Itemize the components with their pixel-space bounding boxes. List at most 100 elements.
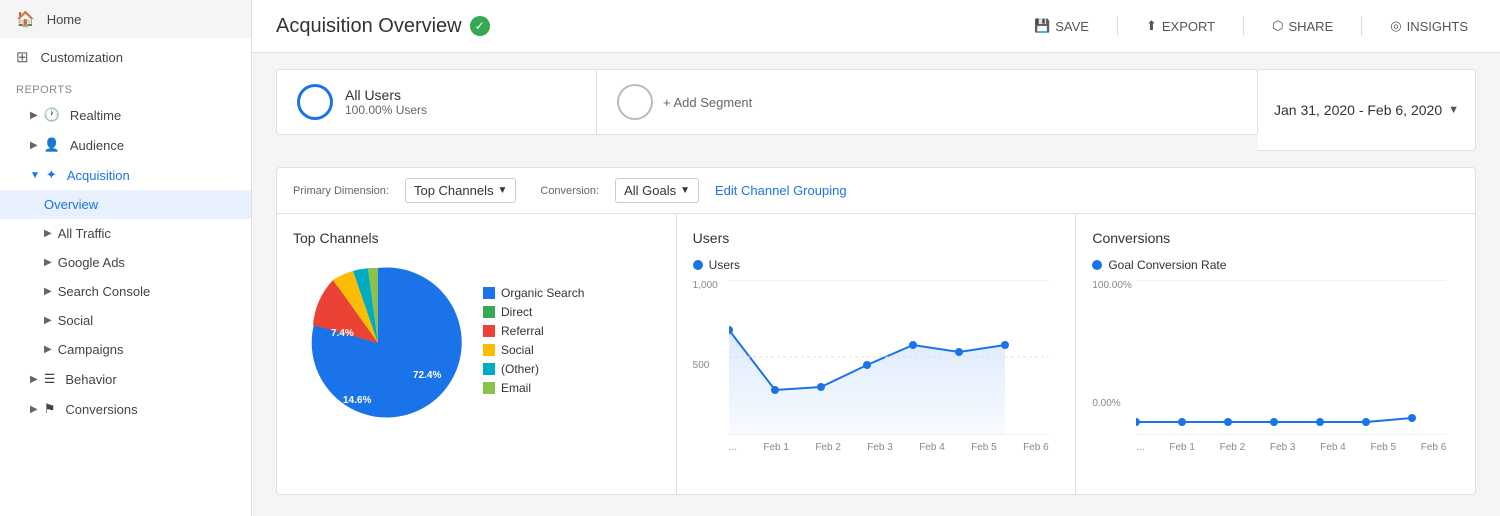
search-console-chevron-icon: ▶	[44, 286, 52, 297]
conv-x-label-dots: ...	[1136, 442, 1144, 453]
export-label: EXPORT	[1162, 19, 1215, 34]
all-traffic-chevron-icon: ▶	[44, 228, 52, 239]
primary-dimension-dropdown-icon: ▼	[497, 185, 507, 196]
legend-label-direct: Direct	[501, 305, 532, 319]
google-ads-chevron-icon: ▶	[44, 257, 52, 268]
insights-label: INSIGHTS	[1407, 19, 1468, 34]
acquisition-label: Acquisition	[67, 168, 130, 183]
segment-name: All Users	[345, 87, 576, 103]
legend-color-email	[483, 382, 495, 394]
conv-x-label-feb3: Feb 3	[1270, 442, 1296, 453]
behavior-icon: ☰	[44, 371, 56, 387]
legend-direct: Direct	[483, 305, 584, 319]
conversion-dropdown-icon: ▼	[680, 185, 690, 196]
svg-text:7.4%: 7.4%	[331, 328, 354, 339]
sidebar-home-label: Home	[47, 12, 82, 27]
edit-channel-grouping-link[interactable]: Edit Channel Grouping	[715, 183, 847, 198]
audience-chevron-icon: ▶	[30, 140, 38, 151]
conversions-chevron-icon: ▶	[30, 404, 38, 415]
conv-x-label-feb4: Feb 4	[1320, 442, 1346, 453]
conversions-icon: ⚑	[44, 401, 56, 417]
sidebar-item-behavior[interactable]: ▶ ☰ Behavior	[0, 364, 251, 394]
header-actions: 💾 SAVE ⬆ EXPORT ⬡ SHARE ◎ INSIGHTS	[1026, 14, 1476, 38]
sidebar-sub-item-search-console[interactable]: ▶ Search Console	[0, 277, 251, 306]
users-x-labels: ... Feb 1 Feb 2 Feb 3 Feb 4 Feb 5 Feb 6	[729, 442, 1049, 453]
social-chevron-icon: ▶	[44, 315, 52, 326]
conv-x-label-feb5: Feb 5	[1370, 442, 1396, 453]
conversions-chart-area: 100.00% 0.00%	[1092, 280, 1459, 453]
x-label-feb3: Feb 3	[867, 442, 893, 453]
realtime-chevron-icon: ▶	[30, 110, 38, 121]
date-range-container[interactable]: Jan 31, 2020 - Feb 6, 2020 ▼	[1258, 69, 1476, 151]
sidebar-item-audience[interactable]: ▶ 👤 Audience	[0, 130, 251, 160]
users-legend: Users	[693, 258, 1060, 272]
save-label: SAVE	[1055, 19, 1089, 34]
users-legend-label: Users	[709, 258, 740, 272]
sidebar-item-home[interactable]: 🏠 Home	[0, 0, 251, 38]
top-channels-title: Top Channels	[293, 230, 660, 246]
conversion-select[interactable]: All Goals ▼	[615, 178, 699, 203]
legend-label-email: Email	[501, 381, 531, 395]
legend-color-organic	[483, 287, 495, 299]
sidebar-sub-item-campaigns[interactable]: ▶ Campaigns	[0, 335, 251, 364]
add-segment-button[interactable]: + Add Segment	[597, 70, 1257, 134]
all-users-segment[interactable]: All Users 100.00% Users	[277, 70, 597, 134]
sidebar-item-conversions[interactable]: ▶ ⚑ Conversions	[0, 394, 251, 424]
sidebar-sub-item-all-traffic[interactable]: ▶ All Traffic	[0, 219, 251, 248]
conversions-y-label-100: 100.00%	[1092, 280, 1131, 291]
behavior-label: Behavior	[65, 372, 116, 387]
conversions-legend: Goal Conversion Rate	[1092, 258, 1459, 272]
export-button[interactable]: ⬆ EXPORT	[1138, 14, 1223, 38]
page-header: Acquisition Overview ✓ 💾 SAVE ⬆ EXPORT ⬡…	[252, 0, 1500, 53]
campaigns-label: Campaigns	[58, 342, 124, 357]
sidebar-customization-label: Customization	[41, 50, 123, 65]
legend-color-other	[483, 363, 495, 375]
charts-area: Top Channels	[276, 214, 1476, 495]
sidebar-item-acquisition[interactable]: ▼ ✦ Acquisition	[0, 160, 251, 190]
users-line-chart-svg	[729, 280, 1049, 435]
save-button[interactable]: 💾 SAVE	[1026, 14, 1097, 38]
share-button[interactable]: ⬡ SHARE	[1264, 14, 1341, 38]
header-divider-2	[1243, 16, 1244, 36]
insights-button[interactable]: ◎ INSIGHTS	[1382, 14, 1476, 38]
overview-label: Overview	[44, 197, 98, 212]
x-label-dots: ...	[729, 442, 737, 453]
social-label: Social	[58, 313, 93, 328]
customization-icon: ⊞	[16, 48, 29, 66]
primary-dimension-value: Top Channels	[414, 183, 494, 198]
sidebar-item-realtime[interactable]: ▶ 🕐 Realtime	[0, 100, 251, 130]
legend-label-referral: Referral	[501, 324, 544, 338]
x-label-feb1: Feb 1	[763, 442, 789, 453]
conversions-y-label-0: 0.00%	[1092, 398, 1120, 409]
conversions-legend-label: Goal Conversion Rate	[1108, 258, 1226, 272]
users-title: Users	[693, 230, 1060, 246]
segment-circle	[297, 84, 333, 120]
sidebar-sub-item-overview[interactable]: Overview	[0, 190, 251, 219]
header-divider-1	[1117, 16, 1118, 36]
conversions-label: Conversions	[65, 402, 137, 417]
users-y-label-1000: 1,000	[693, 280, 718, 291]
acquisition-icon: ✦	[46, 167, 57, 183]
primary-dimension-select[interactable]: Top Channels ▼	[405, 178, 516, 203]
date-range-label: Jan 31, 2020 - Feb 6, 2020	[1274, 102, 1442, 118]
verified-badge: ✓	[470, 16, 490, 36]
sidebar-sub-item-social[interactable]: ▶ Social	[0, 306, 251, 335]
save-icon: 💾	[1034, 18, 1050, 34]
pie-chart-container: 72.4% 14.6% 7.4% Organic Search Direct	[293, 258, 660, 428]
pie-legend: Organic Search Direct Referral Soci	[483, 286, 584, 400]
export-icon: ⬆	[1146, 18, 1157, 34]
page-title: Acquisition Overview ✓	[276, 15, 490, 38]
page-title-text: Acquisition Overview	[276, 15, 462, 38]
sidebar-sub-item-google-ads[interactable]: ▶ Google Ads	[0, 248, 251, 277]
audience-label: Audience	[70, 138, 124, 153]
conv-x-label-feb6: Feb 6	[1421, 442, 1447, 453]
x-label-feb5: Feb 5	[971, 442, 997, 453]
all-traffic-label: All Traffic	[58, 226, 111, 241]
share-label: SHARE	[1288, 19, 1333, 34]
campaigns-chevron-icon: ▶	[44, 344, 52, 355]
legend-label-organic: Organic Search	[501, 286, 584, 300]
users-chart-area: 1,000 500	[693, 280, 1060, 453]
sidebar-item-customization[interactable]: ⊞ Customization	[0, 38, 251, 76]
svg-text:14.6%: 14.6%	[343, 395, 371, 406]
primary-dimension-label: Primary Dimension:	[293, 185, 389, 197]
